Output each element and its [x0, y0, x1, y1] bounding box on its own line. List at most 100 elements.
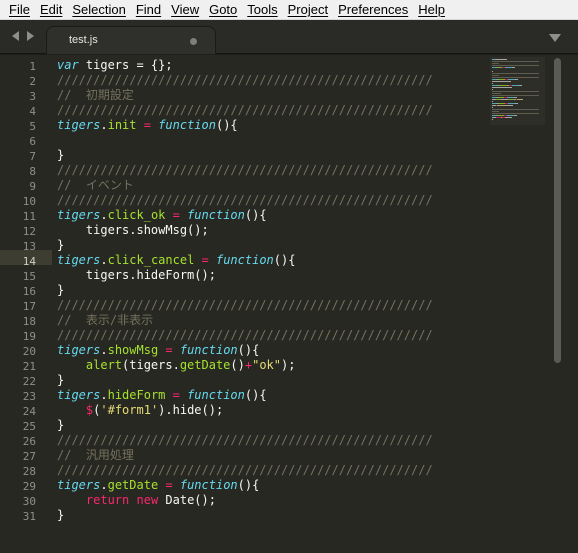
code-token: (){ [273, 253, 296, 267]
code-line[interactable]: ////////////////////////////////////////… [57, 328, 433, 343]
line-number-gutter: 1 2 3 4 5 6 7 8 9 10 11 12 13 14 15 16 17 18 19 20 21 22 23 24 2… [0, 55, 44, 553]
code-line[interactable]: tigers.showMsg = function(){ [57, 343, 259, 358]
minimap-token [492, 95, 539, 96]
code-token: // 汎用処理 [57, 448, 134, 462]
code-token: (tigers. [122, 358, 180, 372]
code-token: . [100, 208, 108, 222]
code-line[interactable]: ////////////////////////////////////////… [57, 463, 433, 478]
code-token: function [215, 253, 274, 267]
code-token: // 初期設定 [57, 88, 134, 102]
code-line[interactable]: var tigers = {}; [57, 58, 173, 73]
code-line[interactable]: tigers.click_cancel = function(){ [57, 253, 295, 268]
code-line[interactable]: } [57, 283, 64, 298]
code-token: tigers [57, 118, 101, 132]
vertical-scrollbar[interactable] [553, 58, 562, 550]
code-editor[interactable]: 1 2 3 4 5 6 7 8 9 10 11 12 13 14 15 16 17 18 19 20 21 22 23 24 2… [0, 55, 578, 553]
code-token: click_ok [107, 208, 166, 222]
minimap-token [508, 103, 515, 104]
menu-file[interactable]: File [4, 0, 35, 20]
menu-find[interactable]: Find [131, 0, 166, 20]
code-line[interactable]: // 汎用処理 [57, 448, 134, 463]
code-token: () [230, 358, 245, 372]
code-line[interactable]: tigers.hideForm = function(){ [57, 388, 267, 403]
line-number: 21 [22, 360, 36, 373]
minimap-token [498, 103, 505, 104]
menu-view[interactable]: View [166, 0, 204, 20]
unsaved-dot-icon[interactable] [190, 38, 197, 45]
minimap-token [515, 79, 518, 80]
menu-goto[interactable]: Goto [204, 0, 242, 20]
tab-test-js[interactable]: test.js [46, 26, 216, 54]
minimap-token [498, 105, 505, 106]
code-line[interactable]: $('#form1').hide(); [57, 403, 223, 418]
line-number: 20 [22, 345, 36, 358]
minimap-token [492, 65, 539, 66]
menu-edit[interactable]: Edit [35, 0, 67, 20]
minimap-token [498, 79, 505, 80]
line-number: 25 [22, 420, 36, 433]
code-token: . [100, 388, 108, 402]
code-token: = [136, 118, 159, 132]
code-line[interactable]: alert(tigers.getDate()+"ok"); [57, 358, 296, 373]
menu-selection[interactable]: Selection [67, 0, 130, 20]
line-number: 15 [22, 270, 36, 283]
code-line[interactable]: tigers.getDate = function(){ [57, 478, 259, 493]
minimap[interactable] [490, 57, 545, 125]
code-line[interactable]: ////////////////////////////////////////… [57, 193, 433, 208]
code-token: tigers [57, 388, 101, 402]
code-line[interactable]: tigers.init = function(){ [57, 118, 238, 133]
code-token: tigers.showMsg(); [57, 223, 209, 237]
code-token: . [100, 118, 108, 132]
code-line[interactable]: return new Date(); [57, 493, 216, 508]
tab-list-dropdown-icon[interactable] [549, 34, 561, 42]
code-line[interactable]: // イベント [57, 178, 134, 193]
menu-project[interactable]: Project [283, 0, 333, 20]
menu-tools[interactable]: Tools [242, 0, 282, 20]
code-token: } [57, 418, 65, 432]
code-line[interactable]: ////////////////////////////////////////… [57, 163, 433, 178]
scroll-thumb[interactable] [554, 58, 561, 363]
code-token: = [158, 478, 180, 492]
minimap-token [492, 91, 539, 92]
code-line[interactable]: } [57, 418, 64, 433]
tab-next-icon[interactable] [27, 31, 34, 41]
code-line[interactable]: ////////////////////////////////////////… [57, 103, 433, 118]
code-line[interactable]: } [57, 373, 64, 388]
code-token: getDate [179, 358, 231, 372]
code-line[interactable]: tigers.click_ok = function(){ [57, 208, 267, 223]
code-line[interactable]: } [57, 148, 64, 163]
code-token: ////////////////////////////////////////… [57, 163, 433, 177]
code-token: ////////////////////////////////////////… [57, 433, 433, 447]
code-line[interactable]: ////////////////////////////////////////… [57, 73, 433, 88]
code-line[interactable]: ////////////////////////////////////////… [57, 298, 433, 313]
tab-prev-icon[interactable] [12, 31, 19, 41]
code-token: ////////////////////////////////////////… [57, 193, 433, 207]
code-token: (){ [237, 478, 260, 492]
code-line[interactable]: // 初期設定 [57, 88, 134, 103]
code-line[interactable]: ////////////////////////////////////////… [57, 433, 433, 448]
menu-preferences[interactable]: Preferences [333, 0, 413, 20]
code-token: init [107, 118, 137, 132]
code-token: tigers = {}; [78, 58, 173, 72]
code-line[interactable]: // 表示/非表示 [57, 313, 153, 328]
code-token: ).hide(); [158, 403, 224, 417]
code-line[interactable]: tigers.showMsg(); [57, 223, 209, 238]
minimap-token [492, 113, 539, 114]
minimap-token [514, 115, 517, 116]
code-token: tigers [57, 343, 101, 357]
minimap-token [492, 93, 501, 94]
code-token: tigers [57, 208, 101, 222]
menu-help[interactable]: Help [413, 0, 450, 20]
code-token: (){ [244, 388, 267, 402]
code-token: (){ [237, 343, 260, 357]
code-line[interactable]: tigers.hideForm(); [57, 268, 216, 283]
code-line[interactable]: } [57, 508, 64, 523]
line-number: 23 [22, 390, 36, 403]
minimap-token [492, 75, 499, 76]
minimap-token [505, 67, 512, 68]
code-token: ////////////////////////////////////////… [57, 463, 433, 477]
minimap-token [492, 119, 493, 120]
line-number: 12 [22, 225, 36, 238]
code-token: (){ [244, 208, 267, 222]
code-line[interactable]: } [57, 238, 64, 253]
